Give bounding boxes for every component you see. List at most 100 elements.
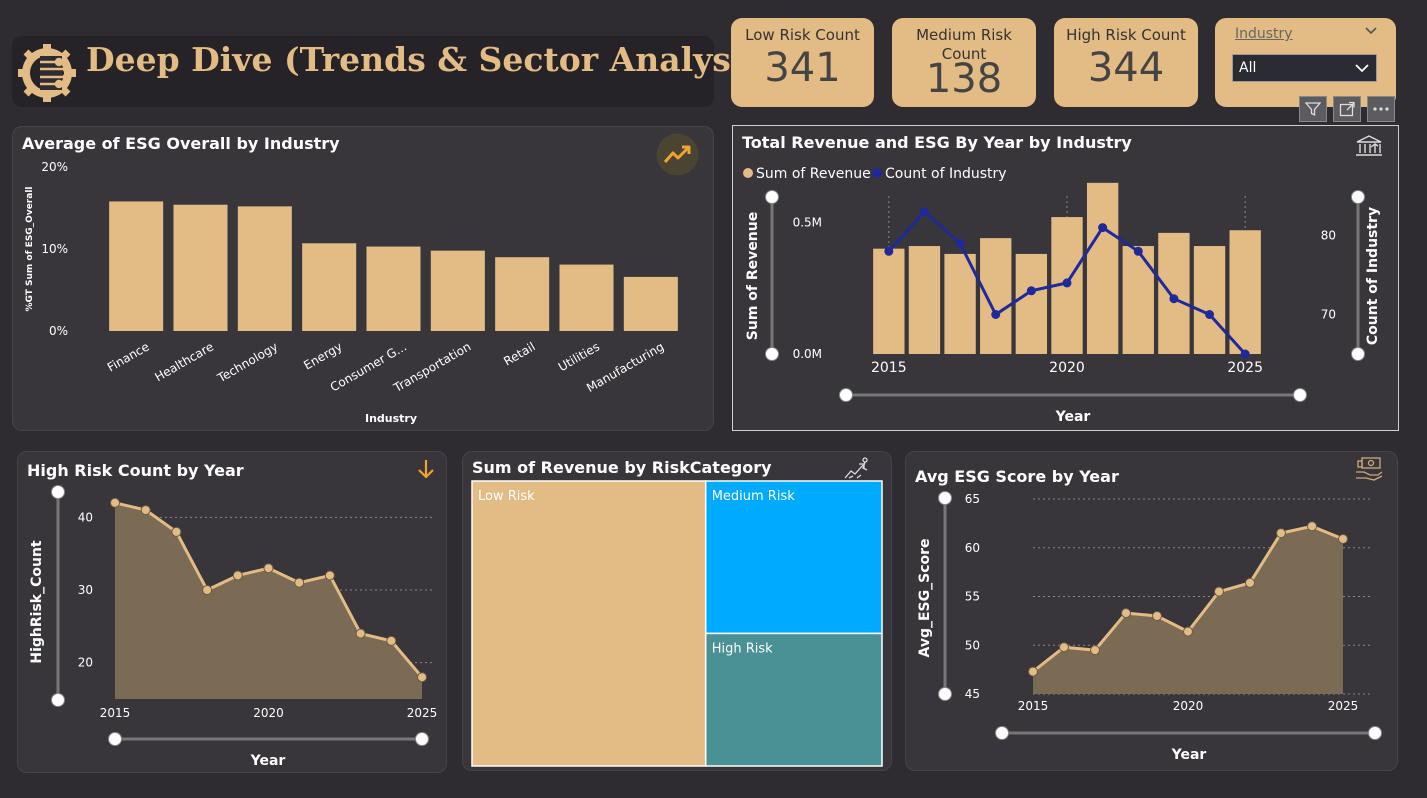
data-point xyxy=(1121,608,1131,619)
kpi-label: High Risk Count xyxy=(1066,26,1186,44)
slider-handle xyxy=(839,388,853,402)
slider-handle xyxy=(1351,190,1365,204)
bar xyxy=(430,250,485,331)
data-point xyxy=(386,635,397,646)
slider-handle xyxy=(51,693,65,707)
y-tick-label: 0.5M xyxy=(793,215,822,229)
slider-handle xyxy=(1351,347,1365,361)
kpi-card-medium-risk[interactable]: Medium Risk Count 138 xyxy=(892,18,1036,107)
data-point xyxy=(884,246,894,256)
treemap-tile xyxy=(471,480,707,767)
y-tick-label: 65 xyxy=(965,492,980,506)
x-tick-label: 2015 xyxy=(871,360,907,376)
y-tick-label: 30 xyxy=(78,583,93,597)
y-axis-label: Avg_ESG_Score xyxy=(917,538,933,657)
kpi-value: 341 xyxy=(764,45,841,91)
y2-axis-label: Count of Industry xyxy=(1365,207,1381,345)
slicer-label: Industry xyxy=(1235,26,1293,42)
bar xyxy=(237,206,292,331)
avg-esg-year-panel[interactable]: Avg ESG Score by Year 45 50 55 60 65 2015 2020… xyxy=(905,451,1398,771)
kpi-card-low-risk[interactable]: Low Risk Count 341 xyxy=(731,18,874,107)
data-point xyxy=(1026,286,1036,296)
bar xyxy=(944,253,976,354)
data-point xyxy=(1098,223,1108,233)
data-point xyxy=(1276,528,1286,539)
x-tick-label: 2025 xyxy=(407,706,438,720)
revenue-esg-combo-chart: Sum of Revenue Count of Industry Sum of Re… xyxy=(743,166,1381,425)
x-axis-label: Year xyxy=(1055,409,1091,425)
x-tick-label: 2020 xyxy=(1173,699,1204,713)
revenue-esg-year-panel[interactable]: Total Revenue and ESG By Year by Industr… xyxy=(732,125,1399,431)
bar xyxy=(559,264,614,331)
revenue-risk-treemap-panel[interactable]: Sum of Revenue by RiskCategory Low Risk M… xyxy=(462,451,892,771)
legend-marker xyxy=(872,168,882,178)
y-axis-label: Sum of Revenue xyxy=(745,212,761,340)
data-point xyxy=(1152,611,1162,621)
industry-slicer[interactable]: Industry All xyxy=(1215,18,1396,107)
chevron-down-icon xyxy=(1355,64,1369,73)
data-point xyxy=(1307,521,1317,532)
esg-by-industry-panel[interactable]: Average of ESG Overall by Industry 0% 10%… xyxy=(12,126,714,431)
treemap-label: Medium Risk xyxy=(712,489,796,504)
data-point xyxy=(263,563,274,574)
bar xyxy=(980,238,1012,354)
visual-toolbar xyxy=(1299,96,1395,122)
bar xyxy=(908,246,941,354)
y-axis-label: %GT Sum of ESG_Overall xyxy=(25,187,35,312)
focus-mode-icon[interactable] xyxy=(1333,96,1361,122)
x-tick-label: Technology xyxy=(214,339,280,385)
bar xyxy=(173,204,228,331)
data-point xyxy=(417,672,427,683)
slider-handle xyxy=(765,190,779,204)
data-point xyxy=(1240,349,1250,359)
industry-dropdown[interactable]: All xyxy=(1232,54,1377,82)
x-tick-label: Healthcare xyxy=(152,339,216,384)
slider-handle xyxy=(765,347,779,361)
x-axis-label: Industry xyxy=(365,412,417,425)
y-tick-label: 0.0M xyxy=(793,347,822,361)
area-fill xyxy=(1033,526,1343,694)
kpi-card-high-risk[interactable]: High Risk Count 344 xyxy=(1054,18,1198,107)
data-point xyxy=(1338,533,1348,544)
x-tick-label: 2025 xyxy=(1328,699,1359,713)
slider-handle xyxy=(995,726,1009,740)
avg-esg-area-chart: 45 50 55 60 65 2015 2020 2025 Avg_ESG_Score Year xyxy=(917,491,1382,763)
y-tick-label: 50 xyxy=(965,638,980,652)
data-point xyxy=(1214,586,1224,597)
slider-handle xyxy=(51,485,65,499)
data-point xyxy=(202,585,213,595)
y-tick-label: 10% xyxy=(41,242,68,256)
bar xyxy=(366,246,421,331)
bar xyxy=(623,276,678,331)
y-tick-label: 60 xyxy=(965,541,980,555)
y-axis-label: HighRisk_Count xyxy=(29,540,45,664)
kpi-value: 344 xyxy=(1087,45,1165,91)
tech-gear-logo-icon xyxy=(18,44,76,102)
data-point xyxy=(355,628,366,639)
x-tick-label: 2020 xyxy=(1049,360,1085,376)
x-tick-label: Energy xyxy=(301,339,344,372)
x-tick-label: Utilities xyxy=(556,339,602,374)
x-axis-label: Year xyxy=(1171,747,1207,763)
area-fill xyxy=(115,502,422,699)
risk-treemap: Low Risk Medium Risk High Risk xyxy=(471,480,883,767)
data-point xyxy=(1205,310,1215,319)
x-tick-label: Finance xyxy=(105,339,152,374)
data-point xyxy=(919,207,929,217)
chevron-down-icon[interactable] xyxy=(1364,26,1378,36)
data-point xyxy=(1245,577,1255,588)
high-risk-year-panel[interactable]: High Risk Count by Year 20 30 40 2015 2020 20… xyxy=(17,451,447,773)
y-tick-label: 55 xyxy=(965,590,980,604)
legend-label: Count of Industry xyxy=(885,166,1007,182)
filter-icon[interactable] xyxy=(1299,96,1327,122)
bar xyxy=(873,248,905,354)
data-point xyxy=(232,570,243,581)
data-point xyxy=(1183,626,1193,637)
page-title: Deep Dive (Trends & Sector Analysis) xyxy=(86,40,778,79)
kpi-value: 138 xyxy=(925,56,1003,102)
slider-handle xyxy=(1293,388,1307,402)
treemap-label: High Risk xyxy=(712,641,773,656)
legend-label: Sum of Revenue xyxy=(756,166,871,182)
data-point xyxy=(1062,278,1072,288)
more-options-icon[interactable] xyxy=(1367,96,1395,122)
